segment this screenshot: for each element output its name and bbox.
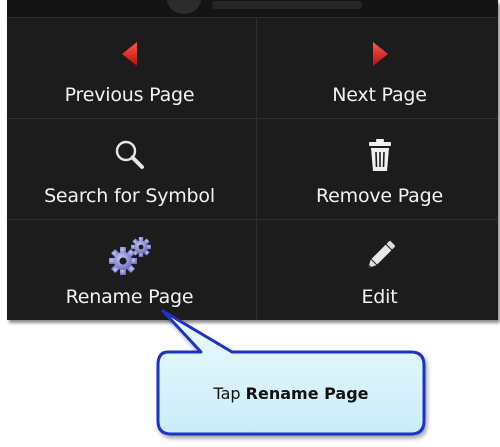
next-page-item[interactable]: Next Page bbox=[257, 18, 500, 119]
edit-item[interactable]: Edit bbox=[257, 220, 500, 321]
arrow-right-icon bbox=[257, 34, 500, 74]
menu-item-label: Search for Symbol bbox=[44, 185, 215, 207]
screen: Previous Page Next Page Search for Symbo… bbox=[0, 0, 500, 447]
search-for-symbol-item[interactable]: Search for Symbol bbox=[7, 119, 252, 220]
trash-icon bbox=[257, 135, 500, 175]
menu-item-label: Rename Page bbox=[65, 286, 194, 308]
callout-emphasis: Rename Page bbox=[245, 383, 369, 403]
avatar bbox=[167, 0, 201, 14]
callout-prefix: Tap bbox=[213, 383, 246, 403]
menu-header-partial bbox=[7, 0, 498, 17]
gears-icon bbox=[7, 236, 252, 276]
callout-text: Tap Rename Page bbox=[158, 352, 424, 434]
options-menu: Previous Page Next Page Search for Symbo… bbox=[7, 0, 498, 320]
rename-page-item[interactable]: Rename Page bbox=[7, 220, 252, 321]
menu-item-label: Edit bbox=[361, 286, 398, 308]
partial-title bbox=[212, 1, 362, 9]
magnifier-icon bbox=[7, 135, 252, 175]
menu-item-label: Next Page bbox=[332, 84, 427, 106]
menu-item-label: Remove Page bbox=[316, 185, 443, 207]
menu-item-label: Previous Page bbox=[64, 84, 195, 106]
arrow-left-icon bbox=[7, 34, 252, 74]
pencil-icon bbox=[257, 236, 500, 276]
previous-page-item[interactable]: Previous Page bbox=[7, 18, 252, 119]
remove-page-item[interactable]: Remove Page bbox=[257, 119, 500, 220]
